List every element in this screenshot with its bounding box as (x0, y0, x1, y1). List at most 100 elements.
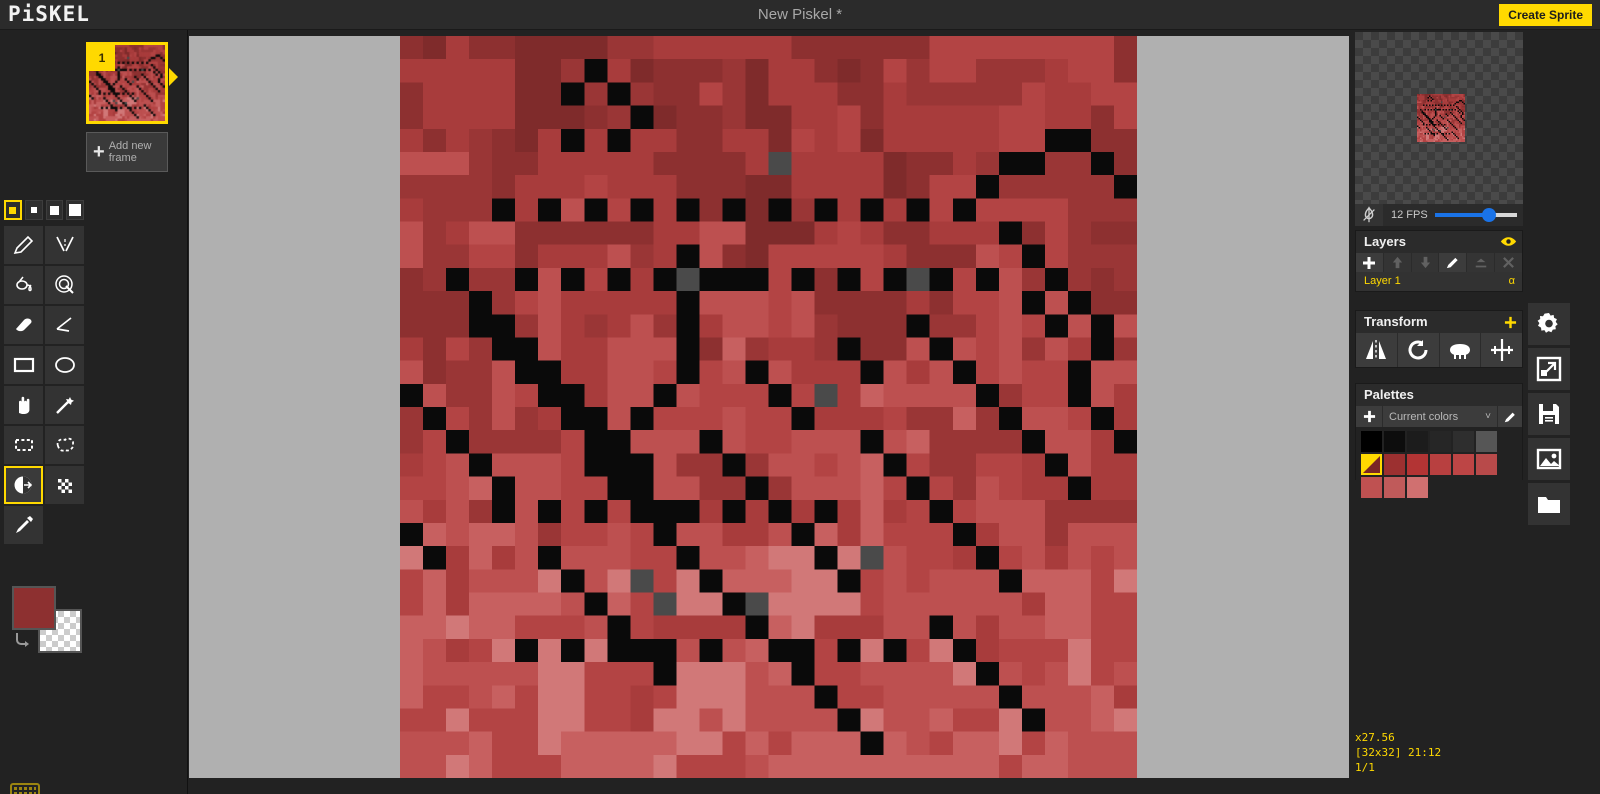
center-button[interactable] (1481, 333, 1522, 367)
dithering-tool[interactable] (45, 466, 84, 504)
pen-size-2-button[interactable] (24, 200, 43, 220)
move-tool[interactable] (4, 386, 43, 424)
resize-button[interactable] (1528, 348, 1570, 390)
pen-size-4-button[interactable] (66, 200, 84, 220)
lasso-select-tool[interactable] (45, 426, 84, 464)
plus-icon[interactable] (1504, 316, 1517, 329)
merge-layer-button[interactable] (1467, 253, 1495, 272)
stroke-icon (55, 317, 72, 332)
move-layer-up-button[interactable] (1383, 253, 1411, 272)
flip-icon (1366, 340, 1387, 360)
top-bar: PiSKEL New Piskel * Create Sprite (0, 0, 1600, 30)
palettes-title-text: Palettes (1364, 387, 1414, 402)
add-layer-button[interactable] (1356, 253, 1383, 272)
palette-swatch-1[interactable] (1384, 431, 1405, 452)
clone-button[interactable] (1439, 333, 1481, 367)
preview-canvas (1417, 94, 1465, 142)
palette-swatch-2[interactable] (1407, 431, 1428, 452)
layer-opacity-toggle[interactable]: α (1509, 272, 1515, 291)
delete-layer-button[interactable] (1495, 253, 1522, 272)
layers-toolbar (1356, 253, 1522, 272)
move-layer-down-button[interactable] (1411, 253, 1439, 272)
pen-tool[interactable] (4, 226, 43, 264)
pen-size-1-button[interactable] (4, 200, 22, 220)
palette-swatch-13[interactable] (1384, 477, 1405, 498)
image-icon (1536, 448, 1562, 470)
dimensions-cursor: [32x32] 21:12 (1355, 746, 1442, 759)
palette-swatch-4[interactable] (1453, 431, 1474, 452)
swap-colors-icon[interactable] (14, 630, 34, 648)
palettes-panel: Palettes Current colors ˅ (1355, 383, 1523, 502)
rectangle-tool[interactable] (4, 346, 43, 384)
transform-toolbar (1356, 333, 1522, 367)
lighten-tool[interactable] (4, 466, 43, 504)
stroke-tool[interactable] (45, 306, 84, 344)
layer-list-item[interactable]: Layer 1 α (1356, 272, 1522, 291)
palette-swatch-11[interactable] (1476, 454, 1497, 475)
add-palette-button[interactable] (1356, 406, 1382, 427)
paint-bucket-tool[interactable] (4, 266, 43, 304)
lasso-icon (56, 437, 74, 452)
frame-thumbnail-1[interactable]: 1 (86, 42, 168, 124)
plus-icon (1363, 410, 1375, 423)
add-new-frame-button[interactable]: + Add new frame (86, 132, 168, 172)
save-button[interactable] (1528, 393, 1570, 435)
sprite-drawing-canvas[interactable] (400, 36, 1137, 778)
palette-swatch-10[interactable] (1453, 454, 1474, 475)
rectangle-select-tool[interactable] (4, 426, 43, 464)
fps-slider[interactable] (1435, 208, 1517, 222)
magic-wand-tool[interactable] (45, 386, 84, 424)
magic-wand-icon (55, 397, 74, 414)
palette-swatch-12[interactable] (1361, 477, 1382, 498)
keyboard-icon[interactable] (10, 782, 40, 794)
right-panel: 12 FPS Layers Layer 1 α Transform Palett… (1349, 30, 1600, 794)
onion-skin-toggle[interactable] (1355, 204, 1383, 226)
frame-selected-arrow (169, 68, 178, 86)
palette-swatch-grid (1356, 427, 1522, 502)
layers-panel: Layers Layer 1 α (1355, 230, 1523, 292)
floppy-disk-icon (1539, 404, 1559, 424)
fps-label: 12 FPS (1391, 209, 1428, 221)
fps-slider-knob[interactable] (1481, 208, 1496, 222)
fps-slider-fill (1435, 213, 1486, 217)
piskel-app: PiSKEL New Piskel * Create Sprite 1 + Ad… (0, 0, 1600, 794)
zoom-level: x27.56 (1355, 731, 1395, 744)
create-sprite-button[interactable]: Create Sprite (1499, 4, 1592, 26)
palette-swatch-14[interactable] (1407, 477, 1428, 498)
eraser-tool[interactable] (4, 306, 43, 344)
circle-tool[interactable] (45, 346, 84, 384)
merge-icon (1475, 258, 1486, 267)
palette-swatch-6[interactable] (1361, 454, 1382, 475)
palette-dropdown[interactable]: Current colors ˅ (1383, 406, 1497, 427)
plus-icon (1363, 256, 1376, 269)
palette-swatch-3[interactable] (1430, 431, 1451, 452)
primary-color-swatch[interactable] (12, 586, 56, 630)
eyedropper-icon (15, 516, 33, 533)
vertical-mirror-pen-tool[interactable] (45, 226, 84, 264)
palette-swatch-9[interactable] (1430, 454, 1451, 475)
rotate-button[interactable] (1397, 333, 1439, 367)
eye-icon[interactable] (1500, 234, 1517, 249)
color-selector (8, 582, 98, 653)
paint-all-similar-tool[interactable] (45, 266, 84, 304)
export-button[interactable] (1528, 438, 1570, 480)
lighten-icon (14, 476, 32, 494)
pencil-icon (13, 235, 33, 255)
rotate-icon (1408, 340, 1428, 360)
edit-palette-button[interactable] (1498, 406, 1522, 427)
palette-swatch-0[interactable] (1361, 431, 1382, 452)
import-button[interactable] (1528, 483, 1570, 525)
pen-size-3-button[interactable] (45, 200, 64, 220)
palette-swatch-5[interactable] (1476, 431, 1497, 452)
flip-horizontal-button[interactable] (1356, 333, 1397, 367)
left-panel: 1 + Add new frame (0, 30, 188, 794)
palette-swatch-7[interactable] (1384, 454, 1405, 475)
document-title: New Piskel * (757, 6, 843, 23)
frame-number: 1 (89, 45, 115, 71)
canvas-area[interactable] (189, 36, 1349, 778)
eraser-icon (15, 318, 32, 332)
settings-button[interactable] (1528, 303, 1570, 345)
color-picker-tool[interactable] (4, 506, 43, 544)
palette-swatch-8[interactable] (1407, 454, 1428, 475)
rename-layer-button[interactable] (1439, 253, 1467, 272)
